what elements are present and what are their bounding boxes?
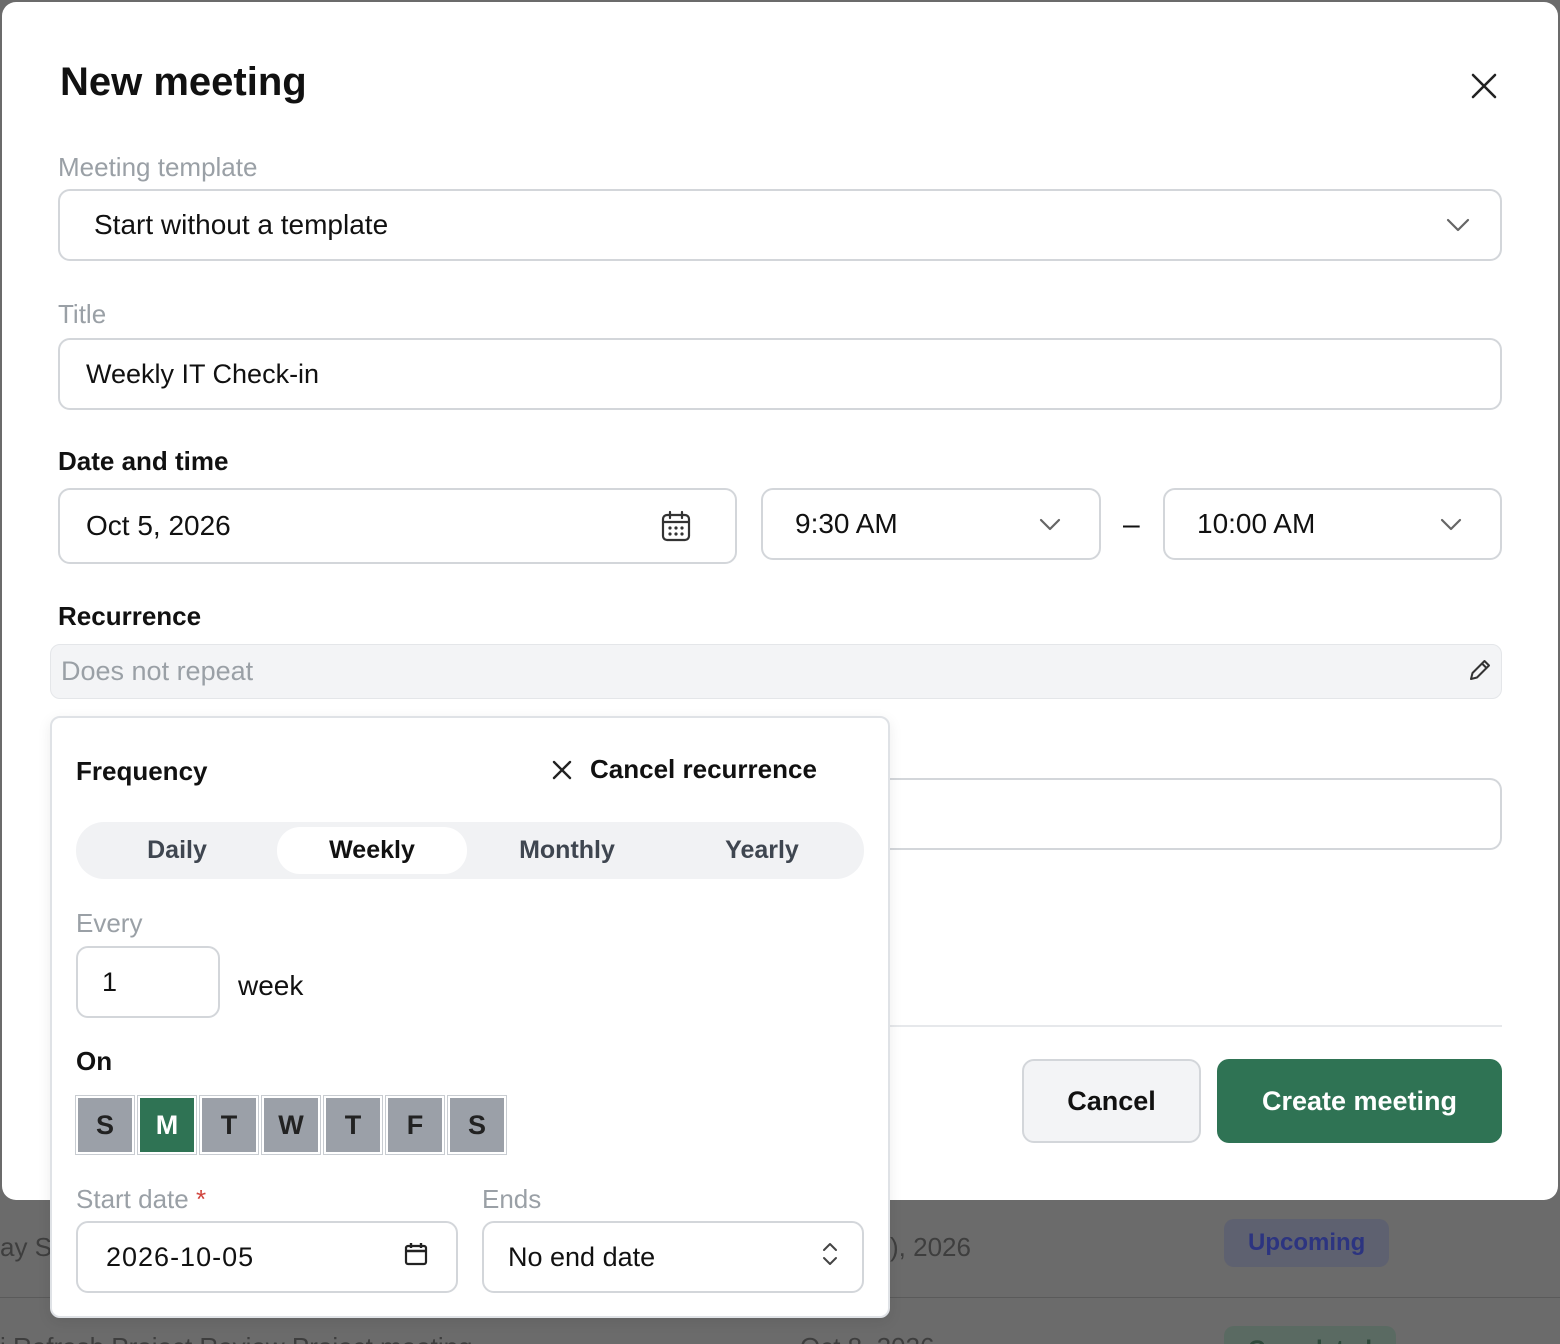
start-date-input[interactable]: 2026-10-05 — [76, 1221, 458, 1293]
title-input[interactable]: Weekly IT Check-in — [58, 338, 1502, 410]
template-select[interactable]: Start without a template — [58, 189, 1502, 261]
day-saturday[interactable]: S — [447, 1095, 507, 1155]
close-button[interactable] — [1464, 66, 1504, 106]
close-icon — [1471, 73, 1497, 99]
day-sunday[interactable]: S — [75, 1095, 135, 1155]
tab-weekly[interactable]: Weekly — [277, 827, 467, 874]
recurrence-value: Does not repeat — [61, 656, 254, 686]
date-value: Oct 5, 2026 — [86, 510, 231, 541]
ends-value: No end date — [508, 1241, 656, 1272]
start-date-label-text: Start date — [76, 1184, 189, 1214]
tab-yearly[interactable]: Yearly — [667, 827, 857, 874]
interval-unit: week — [238, 970, 304, 1001]
template-label: Meeting template — [58, 152, 258, 182]
tab-daily[interactable]: Daily — [82, 827, 272, 874]
create-meeting-button[interactable]: Create meeting — [1217, 1059, 1502, 1143]
status-badge: Upcoming — [1224, 1219, 1390, 1267]
meeting-name: ay S — [0, 1232, 53, 1262]
template-value: Start without a template — [94, 209, 389, 240]
frequency-heading: Frequency — [76, 756, 208, 786]
meeting-name: i Refresh Project Review Project meeting — [0, 1332, 473, 1344]
calendar-icon[interactable] — [404, 1242, 428, 1273]
start-time-select[interactable]: 9:30 AM — [761, 488, 1101, 560]
start-date-label: Start date * — [76, 1184, 206, 1215]
interval-value: 1 — [102, 966, 118, 997]
obscured-field[interactable] — [880, 778, 1502, 850]
start-date-value: 2026-10-05 — [106, 1241, 255, 1272]
day-tuesday[interactable]: T — [199, 1095, 259, 1155]
tab-monthly[interactable]: Monthly — [472, 827, 662, 874]
required-marker: * — [195, 1184, 207, 1214]
end-time-select[interactable]: 10:00 AM — [1163, 488, 1502, 560]
cancel-recurrence-label: Cancel recurrence — [590, 754, 817, 784]
end-time-value: 10:00 AM — [1197, 508, 1316, 539]
date-input[interactable]: Oct 5, 2026 — [58, 488, 737, 564]
dialog-title: New meeting — [60, 60, 307, 104]
recurrence-label: Recurrence — [58, 601, 202, 631]
recurrence-field[interactable]: Does not repeat — [50, 644, 1502, 699]
frequency-tabs: Daily Weekly Monthly Yearly — [76, 822, 864, 879]
chevron-up-down-icon — [822, 1240, 838, 1275]
recurrence-popover: Frequency Cancel recurrence Daily Weekly… — [50, 716, 890, 1318]
cancel-button[interactable]: Cancel — [1022, 1059, 1201, 1143]
day-wednesday[interactable]: W — [261, 1095, 321, 1155]
day-monday[interactable]: M — [137, 1095, 197, 1155]
time-separator: – — [1123, 508, 1140, 541]
footer-divider — [880, 1025, 1502, 1027]
pencil-icon[interactable] — [1467, 657, 1493, 690]
weekday-picker: S M T W T F S — [75, 1095, 507, 1155]
day-friday[interactable]: F — [385, 1095, 445, 1155]
chevron-down-icon — [1440, 518, 1462, 531]
every-label: Every — [76, 908, 143, 938]
date-time-label: Date and time — [58, 446, 229, 476]
ends-select[interactable]: No end date — [482, 1221, 864, 1293]
start-time-value: 9:30 AM — [795, 508, 898, 539]
chevron-down-icon — [1039, 518, 1061, 531]
meeting-date: ), 2026 — [890, 1232, 971, 1262]
on-label: On — [76, 1046, 113, 1076]
meeting-date: Oct 8, 2026 — [800, 1332, 934, 1344]
title-label: Title — [58, 299, 107, 329]
day-thursday[interactable]: T — [323, 1095, 383, 1155]
calendar-icon[interactable] — [661, 510, 691, 542]
status-badge: Completed — [1224, 1326, 1397, 1344]
ends-label: Ends — [482, 1184, 542, 1214]
chevron-down-icon — [1446, 218, 1470, 232]
title-value: Weekly IT Check-in — [86, 358, 320, 389]
interval-input[interactable]: 1 — [76, 946, 220, 1018]
close-icon — [552, 760, 572, 779]
cancel-recurrence-button[interactable]: Cancel recurrence — [552, 754, 817, 785]
